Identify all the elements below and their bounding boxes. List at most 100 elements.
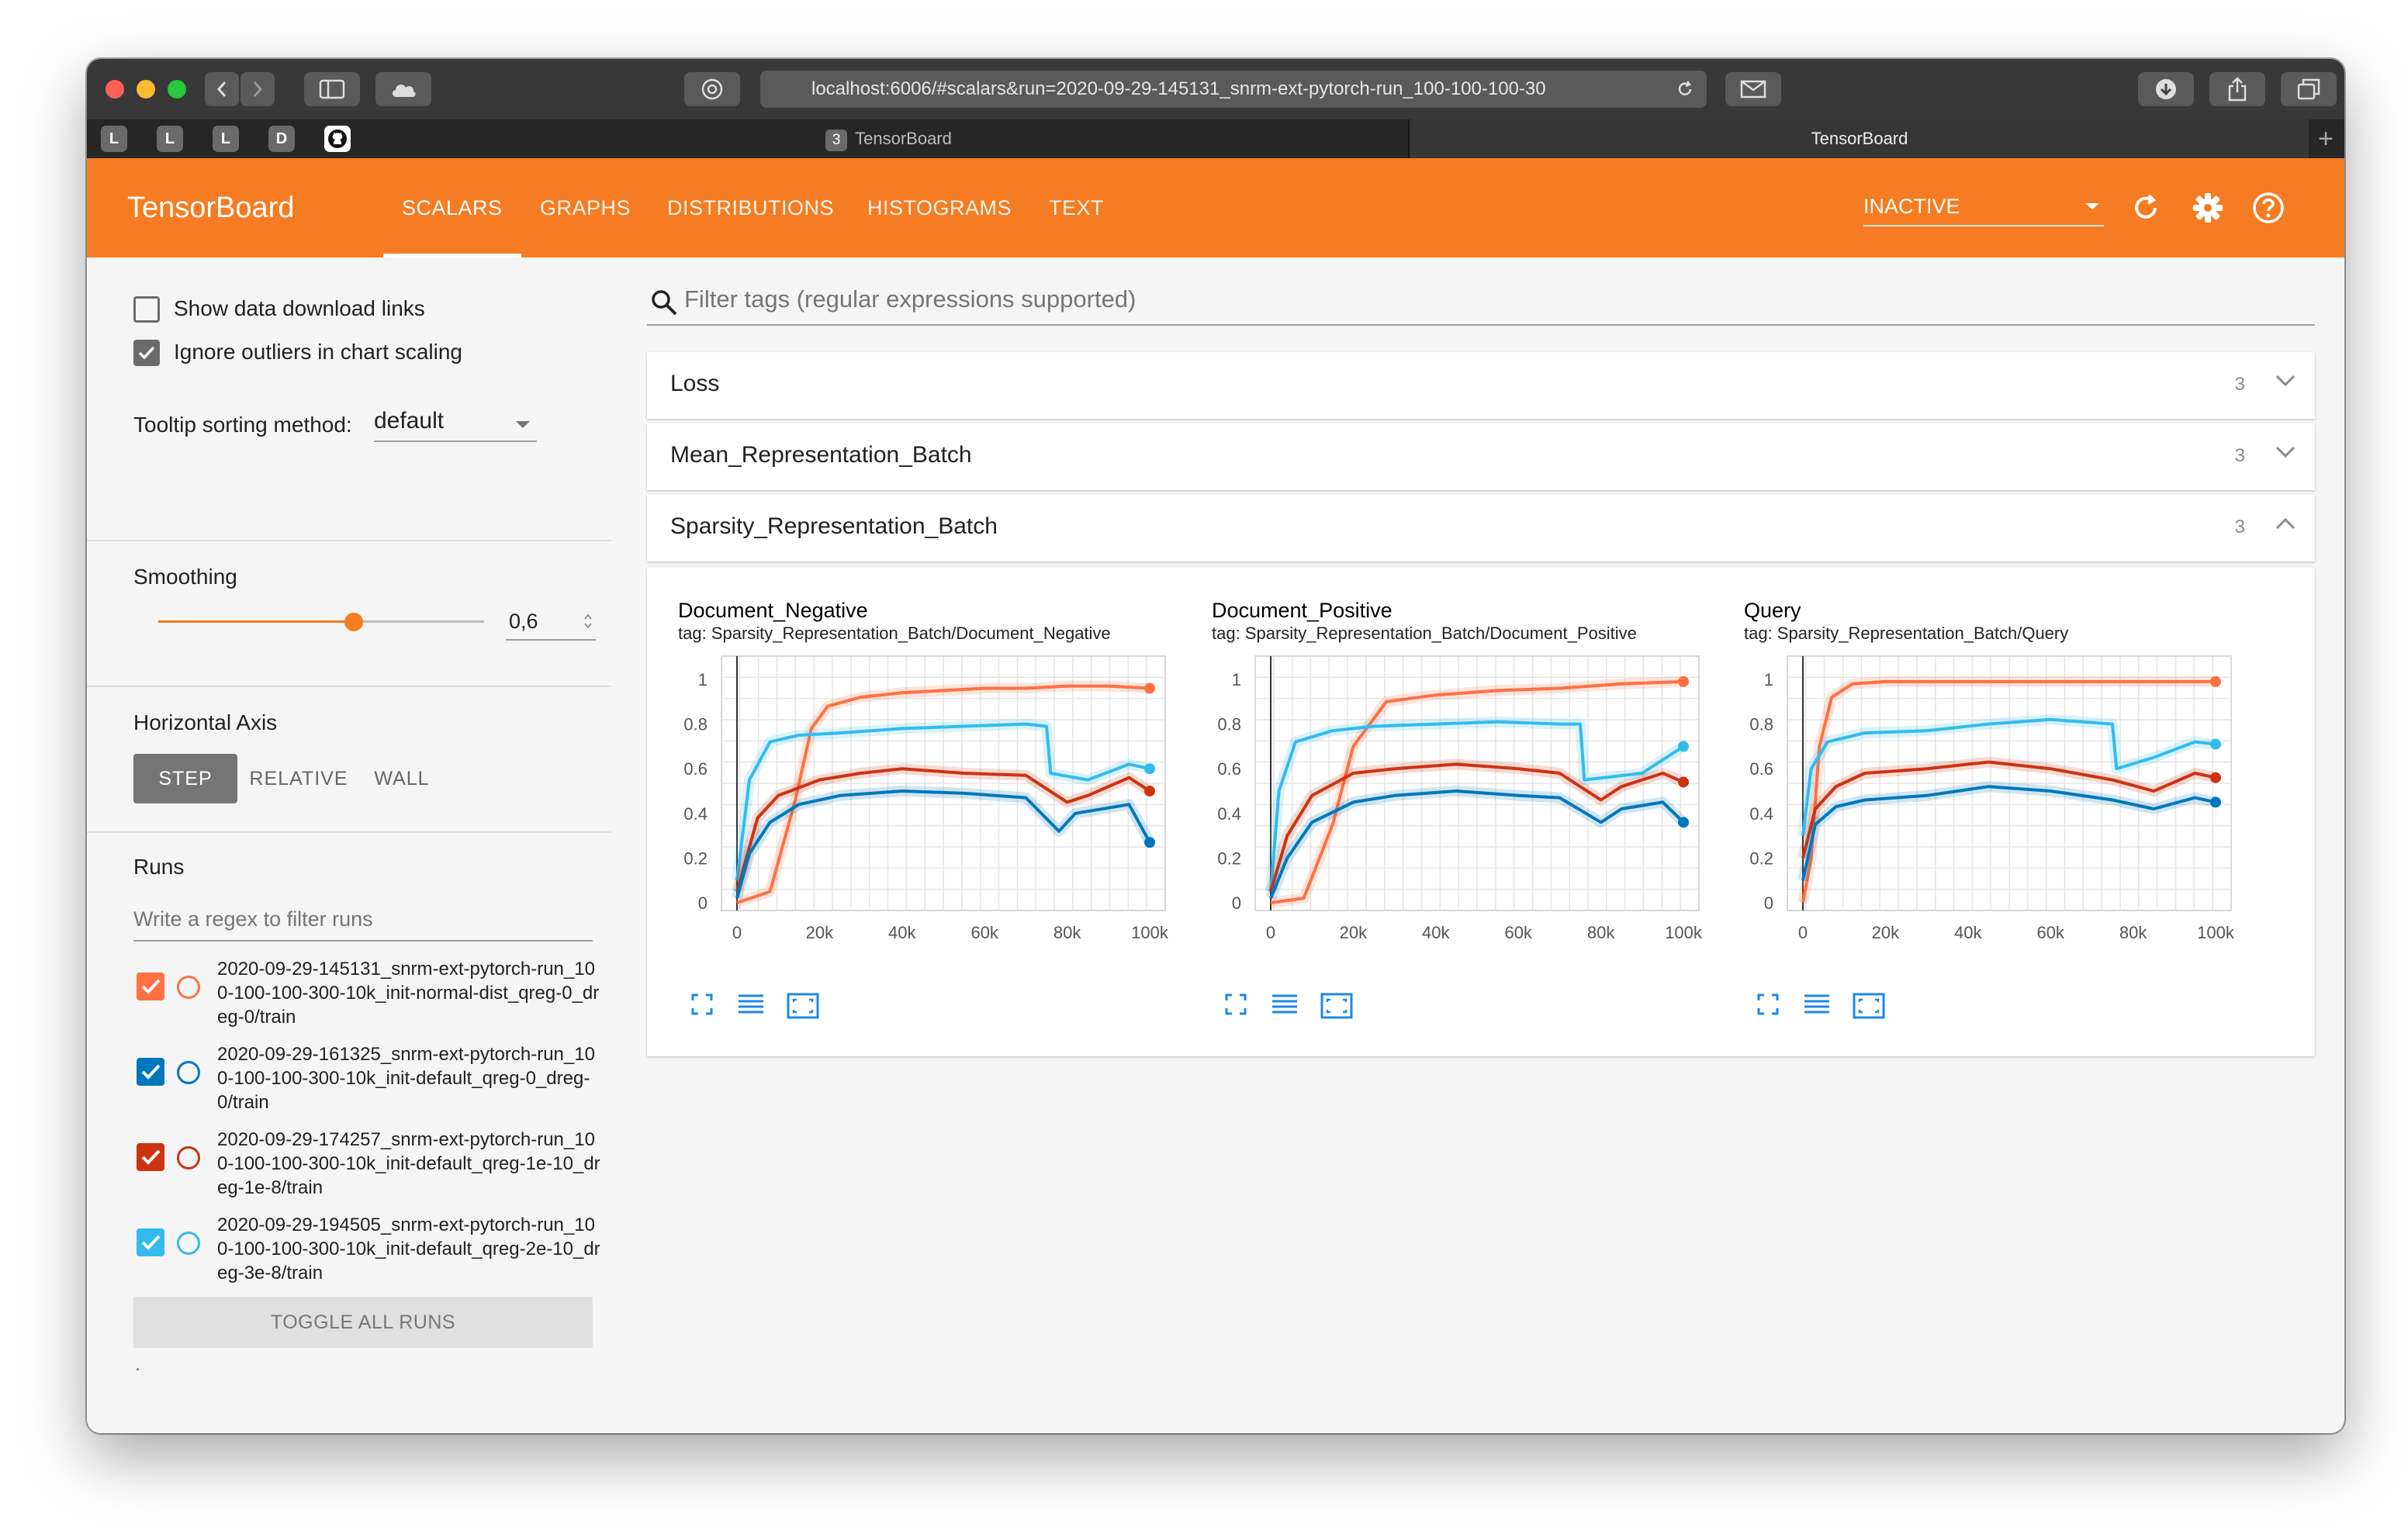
browser-toolbar: localhost:6006/#scalars&run=2020-09-29-1… bbox=[87, 59, 2344, 119]
tab-graphs[interactable]: GRAPHS bbox=[540, 158, 631, 257]
dropdown-arrow-icon bbox=[2085, 203, 2099, 209]
smoothing-value-input[interactable]: 0,6 bbox=[506, 603, 596, 641]
privacy-report-button[interactable] bbox=[684, 72, 740, 106]
category-title: Loss bbox=[670, 371, 720, 396]
run-checkbox[interactable] bbox=[137, 1143, 164, 1171]
chart-plot[interactable]: 0 0.2 0.4 0.6 0.8 1 0 20k 40k 60k 80k 100k bbox=[647, 642, 1175, 983]
smoothing-slider-track[interactable] bbox=[354, 620, 484, 623]
toggle-log-scale-icon[interactable] bbox=[1271, 993, 1299, 1020]
x-tick-label: 0 bbox=[1266, 923, 1275, 942]
settings-gear-icon[interactable] bbox=[2191, 191, 2225, 225]
toggle-log-scale-icon[interactable] bbox=[1803, 993, 1831, 1020]
tag-filter-placeholder: Filter tags (regular expressions support… bbox=[684, 285, 1137, 313]
dropdown-arrow-icon bbox=[516, 421, 530, 428]
toggle-log-scale-icon[interactable] bbox=[737, 993, 765, 1020]
smoothing-slider-thumb[interactable] bbox=[344, 613, 363, 631]
tab-scalars[interactable]: SCALARS bbox=[383, 158, 521, 257]
chart-plot[interactable]: 0 0.2 0.4 0.6 0.8 1 0 20k 40k 60k 80k 100k bbox=[1181, 642, 1708, 983]
x-tick-label: 60k bbox=[970, 923, 998, 942]
bookmark-d[interactable]: D bbox=[268, 126, 295, 152]
smoothing-label: Smoothing bbox=[133, 565, 237, 589]
forward-button[interactable] bbox=[240, 72, 275, 106]
run-checkbox[interactable] bbox=[137, 1228, 164, 1256]
tooltip-sorting-label: Tooltip sorting method: bbox=[133, 413, 352, 437]
run-item[interactable]: 2020-09-29-174257_snrm-ext-pytorch-run_1… bbox=[133, 1128, 607, 1205]
run-name: 2020-09-29-174257_snrm-ext-pytorch-run_1… bbox=[217, 1129, 600, 1198]
chart-document-negative: Document_Negative tag: Sparsity_Represen… bbox=[647, 568, 1175, 1056]
fullscreen-icon[interactable] bbox=[1756, 993, 1780, 1020]
bookmark-l-3[interactable]: L bbox=[213, 126, 239, 152]
refresh-icon[interactable] bbox=[2129, 191, 2163, 225]
sidebar-toggle-button[interactable] bbox=[304, 72, 360, 106]
tab-tensorboard-1[interactable]: 3 TensorBoard bbox=[369, 119, 1409, 158]
stepper-arrows-icon[interactable] bbox=[583, 613, 593, 630]
y-tick-label: 0.8 bbox=[1749, 715, 1773, 734]
tag-filter-input[interactable]: Filter tags (regular expressions support… bbox=[647, 279, 2315, 326]
x-tick-label: 80k bbox=[2119, 923, 2147, 942]
tab-histograms[interactable]: HISTOGRAMS bbox=[867, 158, 1012, 257]
fit-domain-icon[interactable] bbox=[1320, 993, 1353, 1023]
fullscreen-icon[interactable] bbox=[690, 993, 714, 1020]
run-color-radio[interactable] bbox=[177, 976, 200, 999]
axis-step-button[interactable]: STEP bbox=[133, 754, 237, 803]
category-count: 3 bbox=[2234, 517, 2245, 537]
run-checkbox[interactable] bbox=[137, 1058, 164, 1086]
sparsity-charts-panel: Document_Negative tag: Sparsity_Represen… bbox=[647, 568, 2315, 1056]
close-window-button[interactable] bbox=[106, 80, 124, 98]
tab-distributions[interactable]: DISTRIBUTIONS bbox=[667, 158, 834, 257]
category-sparsity-representation-batch[interactable]: Sparsity_Representation_Batch 3 bbox=[647, 495, 2315, 561]
share-button[interactable] bbox=[2209, 72, 2265, 106]
run-color-radio[interactable] bbox=[177, 1232, 200, 1255]
fit-domain-icon[interactable] bbox=[1853, 993, 1885, 1023]
y-tick-label: 0.4 bbox=[1749, 804, 1773, 824]
chevron-down-icon bbox=[2275, 375, 2296, 387]
sidebar-footer: . bbox=[135, 1354, 140, 1375]
mail-button[interactable] bbox=[1725, 72, 1781, 106]
new-tab-button[interactable]: + bbox=[2318, 124, 2334, 154]
fit-domain-icon[interactable] bbox=[787, 993, 819, 1023]
minimize-window-button[interactable] bbox=[137, 80, 155, 98]
category-loss[interactable]: Loss 3 bbox=[647, 352, 2315, 419]
github-bookmark[interactable] bbox=[324, 126, 351, 152]
category-count: 3 bbox=[2234, 445, 2245, 466]
y-tick-label: 0.2 bbox=[1749, 848, 1773, 868]
icloud-tabs-button[interactable] bbox=[375, 72, 431, 106]
mail-icon bbox=[1740, 80, 1766, 98]
help-icon[interactable] bbox=[2251, 191, 2285, 225]
chart-title: Document_Negative bbox=[678, 599, 868, 622]
url-text: localhost:6006/#scalars&run=2020-09-29-1… bbox=[811, 78, 1546, 99]
tab-label: TensorBoard bbox=[1811, 129, 1908, 148]
y-tick-label: 1 bbox=[1764, 670, 1773, 689]
run-item[interactable]: 2020-09-29-194505_snrm-ext-pytorch-run_1… bbox=[133, 1213, 607, 1290]
tooltip-sorting-select[interactable]: default bbox=[374, 405, 537, 442]
axis-wall-button[interactable]: WALL bbox=[363, 754, 441, 803]
chart-document-positive: Document_Positive tag: Sparsity_Represen… bbox=[1181, 568, 1708, 1056]
chart-plot[interactable]: 0 0.2 0.4 0.6 0.8 1 0 20k 40k 60k 80k 100k bbox=[1713, 642, 2240, 983]
toggle-all-runs-button[interactable]: TOGGLE ALL RUNS bbox=[133, 1297, 593, 1348]
tab-overview-button[interactable] bbox=[2281, 72, 2337, 106]
run-color-radio[interactable] bbox=[177, 1061, 200, 1084]
share-icon bbox=[2228, 77, 2247, 102]
runs-filter-input[interactable]: Write a regex to filter runs bbox=[133, 900, 593, 941]
bookmark-l-2[interactable]: L bbox=[157, 126, 183, 152]
x-tick-label: 20k bbox=[806, 923, 834, 942]
downloads-button[interactable] bbox=[2138, 72, 2194, 106]
fullscreen-icon[interactable] bbox=[1224, 993, 1247, 1020]
axis-relative-button[interactable]: RELATIVE bbox=[247, 754, 351, 803]
tab-tensorboard-2[interactable]: TensorBoard bbox=[1410, 119, 2309, 158]
back-button[interactable] bbox=[205, 72, 239, 106]
sidebar-icon bbox=[319, 79, 345, 99]
category-mean-representation-batch[interactable]: Mean_Representation_Batch 3 bbox=[647, 423, 2315, 490]
run-checkbox[interactable] bbox=[137, 973, 164, 1000]
run-item[interactable]: 2020-09-29-161325_snrm-ext-pytorch-run_1… bbox=[133, 1042, 607, 1120]
chart-tag: tag: Sparsity_Representation_Batch/Docum… bbox=[678, 624, 1111, 643]
address-bar[interactable]: localhost:6006/#scalars&run=2020-09-29-1… bbox=[760, 71, 1707, 108]
tab-text[interactable]: TEXT bbox=[1049, 158, 1104, 257]
inactive-plugins-dropdown[interactable]: INACTIVE bbox=[1863, 191, 2104, 226]
run-color-radio[interactable] bbox=[177, 1146, 200, 1170]
zoom-window-button[interactable] bbox=[168, 80, 186, 98]
run-item[interactable]: 2020-09-29-145131_snrm-ext-pytorch-run_1… bbox=[133, 957, 607, 1035]
bookmark-l-1[interactable]: L bbox=[101, 126, 127, 152]
reload-icon[interactable] bbox=[1676, 80, 1694, 98]
tab-bar: L L L D 3 TensorBoard TensorBoard + bbox=[87, 119, 2344, 158]
